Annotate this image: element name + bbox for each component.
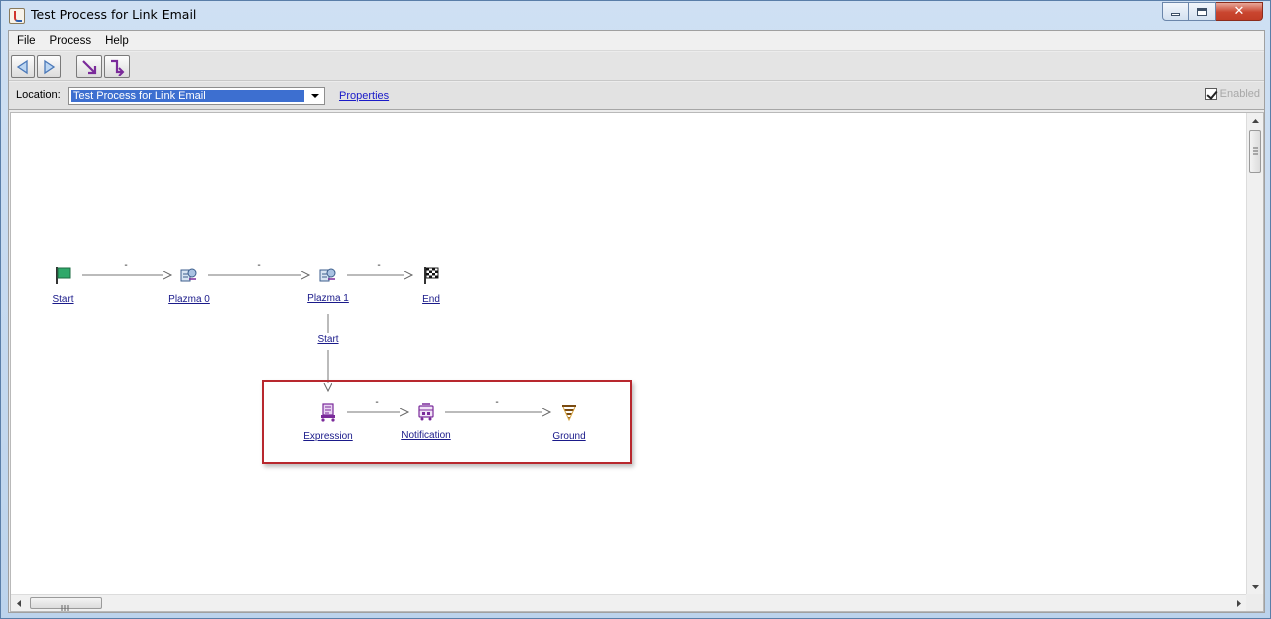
node-label-ground[interactable]: Ground (552, 431, 585, 442)
plazma-icon[interactable] (318, 265, 338, 285)
process-canvas[interactable]: - - - Start - - Start Plazma 0 Plazma 1 … (11, 113, 1247, 595)
enabled-checkbox[interactable]: Enabled (1204, 88, 1260, 100)
grip-icon (1253, 147, 1258, 155)
vertical-scroll-thumb[interactable] (1249, 130, 1261, 173)
enabled-label: Enabled (1219, 88, 1260, 100)
node-label-expression[interactable]: Expression (303, 431, 352, 442)
close-icon: ✕ (1233, 4, 1245, 19)
scroll-left-icon[interactable] (11, 595, 28, 612)
properties-link[interactable]: Properties (339, 90, 389, 102)
node-label-notification[interactable]: Notification (401, 430, 450, 441)
checkered-flag-icon[interactable] (421, 265, 441, 285)
menu-help[interactable]: Help (98, 35, 136, 47)
forward-button[interactable] (37, 55, 61, 78)
node-label-start[interactable]: Start (52, 294, 73, 305)
edge-label: - (257, 260, 261, 271)
java-app-icon (9, 8, 25, 24)
scroll-right-icon[interactable] (1230, 595, 1247, 612)
elbow-connector-icon (111, 59, 125, 76)
client-area: File Process Help Location: Test Process… (8, 30, 1265, 613)
horizontal-scroll-thumb[interactable] (30, 597, 102, 611)
menu-process[interactable]: Process (43, 35, 99, 47)
location-value: Test Process for Link Email (71, 90, 304, 102)
forward-arrow-icon (44, 59, 56, 74)
grip-icon (61, 605, 69, 611)
back-button[interactable] (11, 55, 35, 78)
checkmark-icon (1204, 88, 1217, 100)
app-window: Test Process for Link Email ✕ File Proce… (0, 0, 1271, 619)
scroll-up-icon[interactable] (1247, 113, 1264, 130)
elbow-connector-button[interactable] (104, 55, 130, 78)
menu-bar: File Process Help (9, 31, 1264, 51)
location-label: Location: (16, 89, 61, 101)
node-label-end[interactable]: End (422, 294, 440, 305)
minimize-icon (1171, 13, 1180, 16)
window-controls: ✕ (1162, 2, 1263, 21)
scroll-corner (1246, 594, 1263, 611)
edge-label: - (124, 260, 128, 271)
highlight-box (262, 380, 632, 464)
location-bar: Location: Test Process for Link Email Pr… (9, 82, 1264, 110)
process-canvas-viewport: - - - Start - - Start Plazma 0 Plazma 1 … (10, 112, 1264, 612)
node-label-plazma0[interactable]: Plazma 0 (168, 294, 210, 305)
scroll-down-icon[interactable] (1247, 578, 1264, 595)
title-bar[interactable]: Test Process for Link Email ✕ (1, 1, 1270, 30)
green-flag-icon[interactable] (53, 265, 73, 285)
node-label-plazma1[interactable]: Plazma 1 (307, 293, 349, 304)
plazma-icon[interactable] (179, 265, 199, 285)
edge-label-start[interactable]: Start (317, 334, 338, 345)
maximize-icon (1197, 7, 1207, 16)
diagonal-connector-icon (82, 59, 97, 74)
back-arrow-icon (16, 59, 28, 74)
expression-icon[interactable] (318, 402, 338, 422)
window-title: Test Process for Link Email (31, 7, 197, 22)
diagonal-connector-button[interactable] (76, 55, 102, 78)
horizontal-scrollbar[interactable] (11, 594, 1247, 611)
toolbar (9, 52, 1264, 81)
ground-icon[interactable] (559, 402, 579, 422)
minimize-button[interactable] (1162, 2, 1189, 21)
location-dropdown[interactable]: Test Process for Link Email (68, 87, 325, 105)
maximize-button[interactable] (1189, 2, 1216, 21)
chevron-down-icon[interactable] (306, 88, 324, 104)
diagram-edges (82, 113, 1247, 595)
menu-file[interactable]: File (9, 35, 43, 47)
vertical-scrollbar[interactable] (1246, 113, 1263, 595)
notification-icon[interactable] (416, 402, 436, 422)
edge-label: - (377, 260, 381, 271)
close-button[interactable]: ✕ (1216, 2, 1263, 21)
